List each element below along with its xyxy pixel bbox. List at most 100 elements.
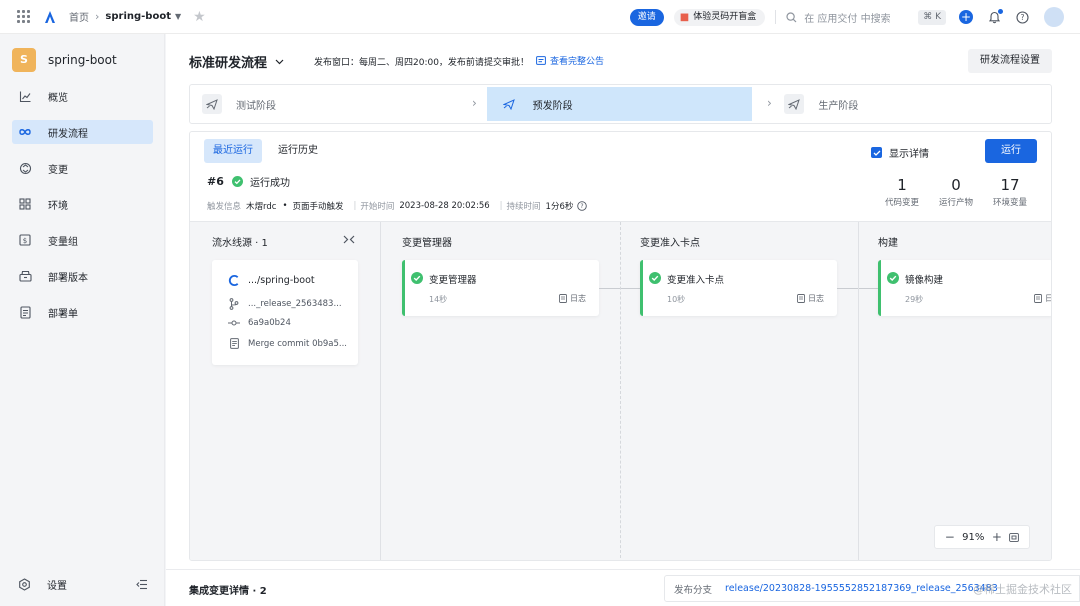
branch-icon	[228, 298, 240, 310]
create-plus-icon[interactable]: +	[959, 10, 973, 24]
source-branch: ..._release_2563483...	[228, 298, 342, 310]
start-time-label: 开始时间	[360, 202, 395, 212]
chevron-down-icon[interactable]	[275, 59, 284, 65]
star-icon[interactable]: ★	[193, 9, 206, 25]
sidebar-item-changes[interactable]: 变更	[12, 156, 153, 180]
sidebar-item-dev-flow[interactable]: 研发流程	[12, 120, 153, 144]
page-title-text: 标准研发流程	[189, 56, 268, 71]
breadcrumb-home[interactable]: 首页	[69, 9, 89, 24]
stage-test[interactable]: 测试阶段	[190, 87, 481, 121]
trigger-user: 木熠rdc	[246, 202, 277, 212]
job-name: 变更准入卡点	[667, 275, 725, 286]
user-avatar[interactable]	[1044, 7, 1064, 27]
duration: 1分6秒	[545, 202, 574, 212]
search-input[interactable]: 在 应用交付 中搜索	[786, 10, 906, 25]
promo-label: 体验灵码开盲盒	[693, 11, 757, 22]
document-icon	[18, 305, 32, 319]
announcement-icon	[536, 56, 546, 65]
settings-gear-icon[interactable]	[18, 578, 31, 591]
source-commit-id: 6a9a0b24	[248, 318, 291, 328]
sidebar-item-deploy-orders[interactable]: 部署单	[12, 300, 153, 324]
integration-change-bar: 集成变更详情 · 2 发布分支 release/20230828-1955552…	[166, 569, 1080, 606]
show-detail-checkbox[interactable]: 显示详情	[871, 145, 929, 160]
tab-recent-run[interactable]: 最近运行	[204, 139, 262, 163]
sidebar-collapse-icon[interactable]	[136, 579, 148, 590]
stat-env-vars[interactable]: 17 环境变量	[983, 176, 1037, 208]
checkbox-checked-icon	[871, 147, 882, 158]
log-icon	[559, 294, 567, 303]
send-icon	[202, 94, 222, 114]
zoom-out-button[interactable]: −	[945, 531, 955, 543]
collapse-icon[interactable]	[343, 235, 355, 244]
sidebar-footer: 设置	[18, 577, 148, 592]
stage-production[interactable]: 生产阶段	[772, 87, 1051, 121]
column-title: 构建	[878, 238, 898, 249]
pipeline-source-column: 流水线源 · 1 .../spring-boot ..._release_256…	[190, 222, 380, 560]
settings-link[interactable]: 设置	[47, 577, 67, 592]
page-title[interactable]: 标准研发流程	[189, 52, 284, 71]
log-icon	[797, 294, 805, 303]
job-log-link[interactable]: 日志	[559, 293, 586, 304]
svg-text:?: ?	[581, 203, 584, 210]
project-avatar: S	[12, 48, 36, 72]
sidebar-item-overview[interactable]: 概览	[12, 84, 153, 108]
invite-button[interactable]: 邀请	[629, 8, 664, 26]
project-name: spring-boot	[48, 53, 117, 67]
fit-view-icon[interactable]	[1009, 532, 1020, 542]
send-icon	[499, 94, 519, 114]
package-icon	[18, 269, 32, 283]
run-number[interactable]: #6	[207, 175, 224, 188]
log-icon	[1034, 294, 1042, 303]
help-icon[interactable]: ?	[577, 201, 588, 211]
zoom-in-button[interactable]: +	[992, 531, 1002, 543]
job-card[interactable]: 镜像构建 29秒 日志	[878, 260, 1051, 316]
job-duration: 14秒	[429, 295, 448, 304]
breadcrumb-project[interactable]: spring-boot	[105, 11, 171, 22]
sidebar-item-label: 部署版本	[48, 272, 88, 284]
job-card[interactable]: 变更准入卡点 10秒 日志	[640, 260, 837, 316]
sidebar: S spring-boot 概览 研发流程 变更 环境 $ 变量组 部署版本 部…	[0, 34, 165, 606]
duration-label: 持续时间	[506, 202, 541, 212]
zoom-control: − 91% +	[934, 525, 1030, 549]
app-grid-icon[interactable]	[17, 9, 31, 24]
project-header[interactable]: S spring-boot	[12, 48, 117, 72]
promo-button[interactable]: ■ 体验灵码开盲盒	[673, 8, 766, 26]
notification-dot	[998, 8, 1003, 14]
tab-run-history[interactable]: 运行历史	[269, 139, 327, 163]
chevron-right-icon: ›	[767, 96, 772, 110]
pipeline-canvas[interactable]: 流水线源 · 1 .../spring-boot ..._release_256…	[190, 221, 1051, 560]
release-branch-value[interactable]: release/20230828-1955552852187369_releas…	[725, 583, 998, 594]
job-log-label: 日志	[570, 294, 586, 303]
sidebar-item-environments[interactable]: 环境	[12, 192, 153, 216]
sidebar-item-deploy-versions[interactable]: 部署版本	[12, 264, 153, 288]
job-name: 变更管理器	[429, 275, 477, 286]
integration-change-title[interactable]: 集成变更详情 · 2	[189, 582, 267, 597]
sidebar-item-variable-groups[interactable]: $ 变量组	[12, 228, 153, 252]
source-commit: 6a9a0b24	[228, 318, 291, 328]
divider	[775, 10, 777, 24]
stat-artifacts[interactable]: 0 运行产物	[929, 176, 983, 208]
caret-down-icon[interactable]: ▼	[175, 12, 181, 21]
stage-label: 生产阶段	[818, 100, 859, 112]
product-logo-icon[interactable]	[43, 10, 57, 24]
codeup-logo-icon	[228, 274, 240, 287]
source-card[interactable]: .../spring-boot ..._release_2563483... 6…	[212, 260, 358, 365]
job-log-link[interactable]: 日志	[797, 293, 824, 304]
job-card[interactable]: 变更管理器 14秒 日志	[402, 260, 599, 316]
job-log-label: 日志	[1045, 293, 1051, 304]
job-log-link[interactable]: 日志	[1034, 293, 1051, 304]
search-icon	[786, 11, 797, 22]
infinity-icon	[18, 125, 32, 139]
run-button[interactable]: 运行	[985, 139, 1037, 163]
stat-code-changes[interactable]: 1 代码变更	[875, 176, 929, 208]
stage-preview[interactable]: 预发阶段	[486, 87, 753, 121]
flow-settings-button[interactable]: 研发流程设置	[968, 49, 1052, 73]
top-bar: 首页 › spring-boot ▼ ★ 邀请 ■ 体验灵码开盲盒 在 应用交付…	[0, 0, 1080, 34]
help-icon[interactable]: ?	[1016, 10, 1029, 24]
full-notice-link[interactable]: 查看完整公告	[536, 54, 604, 67]
notification-bell-icon[interactable]	[988, 8, 1003, 24]
column-divider	[620, 222, 621, 560]
run-stats: 1 代码变更 0 运行产物 17 环境变量	[875, 176, 1037, 208]
main-content: 标准研发流程 发布窗口：每周二、周四20:00，发布前请提交审批！ 查看完整公告…	[166, 34, 1080, 606]
job-duration: 29秒	[905, 295, 924, 304]
